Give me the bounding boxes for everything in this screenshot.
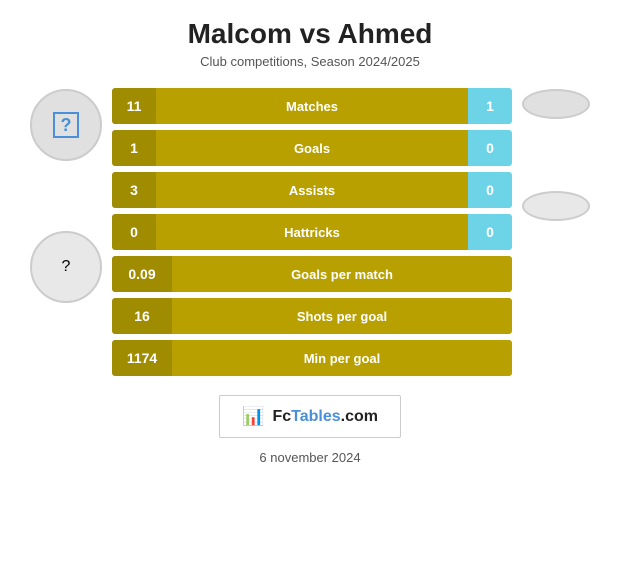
- goals-row: 1 Goals 0: [112, 129, 512, 167]
- left-avatars: ? ?: [30, 89, 102, 303]
- right-avatar1: [522, 89, 590, 119]
- hattricks-right-val: 0: [468, 214, 512, 250]
- goals-per-match-row: 0.09 Goals per match: [112, 255, 512, 293]
- goals-bar: 1 Goals 0: [112, 130, 512, 166]
- goals-per-match-bar: 0.09 Goals per match: [112, 256, 512, 292]
- stats-area: 11 Matches 1 1 Goals 0 3 Assists 0: [112, 87, 512, 377]
- shots-per-goal-label: Shots per goal: [172, 298, 512, 334]
- hattricks-bar: 0 Hattricks 0: [112, 214, 512, 250]
- min-per-goal-bar: 1174 Min per goal: [112, 340, 512, 376]
- goals-label: Goals: [156, 130, 468, 166]
- right-avatar2: [522, 191, 590, 221]
- player1-avatar: ?: [30, 89, 102, 161]
- goals-right-val: 0: [468, 130, 512, 166]
- right-avatars: [522, 89, 590, 221]
- player1-avatar-icon: ?: [53, 112, 79, 138]
- shots-per-goal-val: 16: [112, 298, 172, 334]
- fctables-box: 📊 FcTables.com: [219, 395, 401, 438]
- goals-per-match-label: Goals per match: [172, 256, 512, 292]
- hattricks-left-val: 0: [112, 214, 156, 250]
- assists-bar: 3 Assists 0: [112, 172, 512, 208]
- page-container: Malcom vs Ahmed Club competitions, Seaso…: [0, 0, 620, 580]
- player2-avatar: ?: [30, 231, 102, 303]
- matches-bar: 11 Matches 1: [112, 88, 512, 124]
- page-title: Malcom vs Ahmed: [188, 18, 433, 50]
- shots-per-goal-row: 16 Shots per goal: [112, 297, 512, 335]
- hattricks-row: 0 Hattricks 0: [112, 213, 512, 251]
- hattricks-label: Hattricks: [156, 214, 468, 250]
- goals-per-match-val: 0.09: [112, 256, 172, 292]
- matches-right-val: 1: [468, 88, 512, 124]
- shots-per-goal-bar: 16 Shots per goal: [112, 298, 512, 334]
- fctables-icon: 📊: [242, 406, 264, 427]
- assists-left-val: 3: [112, 172, 156, 208]
- min-per-goal-label: Min per goal: [172, 340, 512, 376]
- min-per-goal-row: 1174 Min per goal: [112, 339, 512, 377]
- goals-left-val: 1: [112, 130, 156, 166]
- assists-label: Assists: [156, 172, 468, 208]
- fctables-label: FcTables.com: [272, 408, 378, 426]
- player2-avatar-icon: ?: [62, 258, 71, 276]
- assists-right-val: 0: [468, 172, 512, 208]
- matches-row: 11 Matches 1: [112, 87, 512, 125]
- page-subtitle: Club competitions, Season 2024/2025: [200, 54, 420, 69]
- min-per-goal-val: 1174: [112, 340, 172, 376]
- matches-left-val: 11: [112, 88, 156, 124]
- matches-label: Matches: [156, 88, 468, 124]
- main-content: ? ? 11 Matches 1 1 Goals 0: [30, 87, 590, 377]
- footer-date: 6 november 2024: [259, 450, 360, 465]
- assists-row: 3 Assists 0: [112, 171, 512, 209]
